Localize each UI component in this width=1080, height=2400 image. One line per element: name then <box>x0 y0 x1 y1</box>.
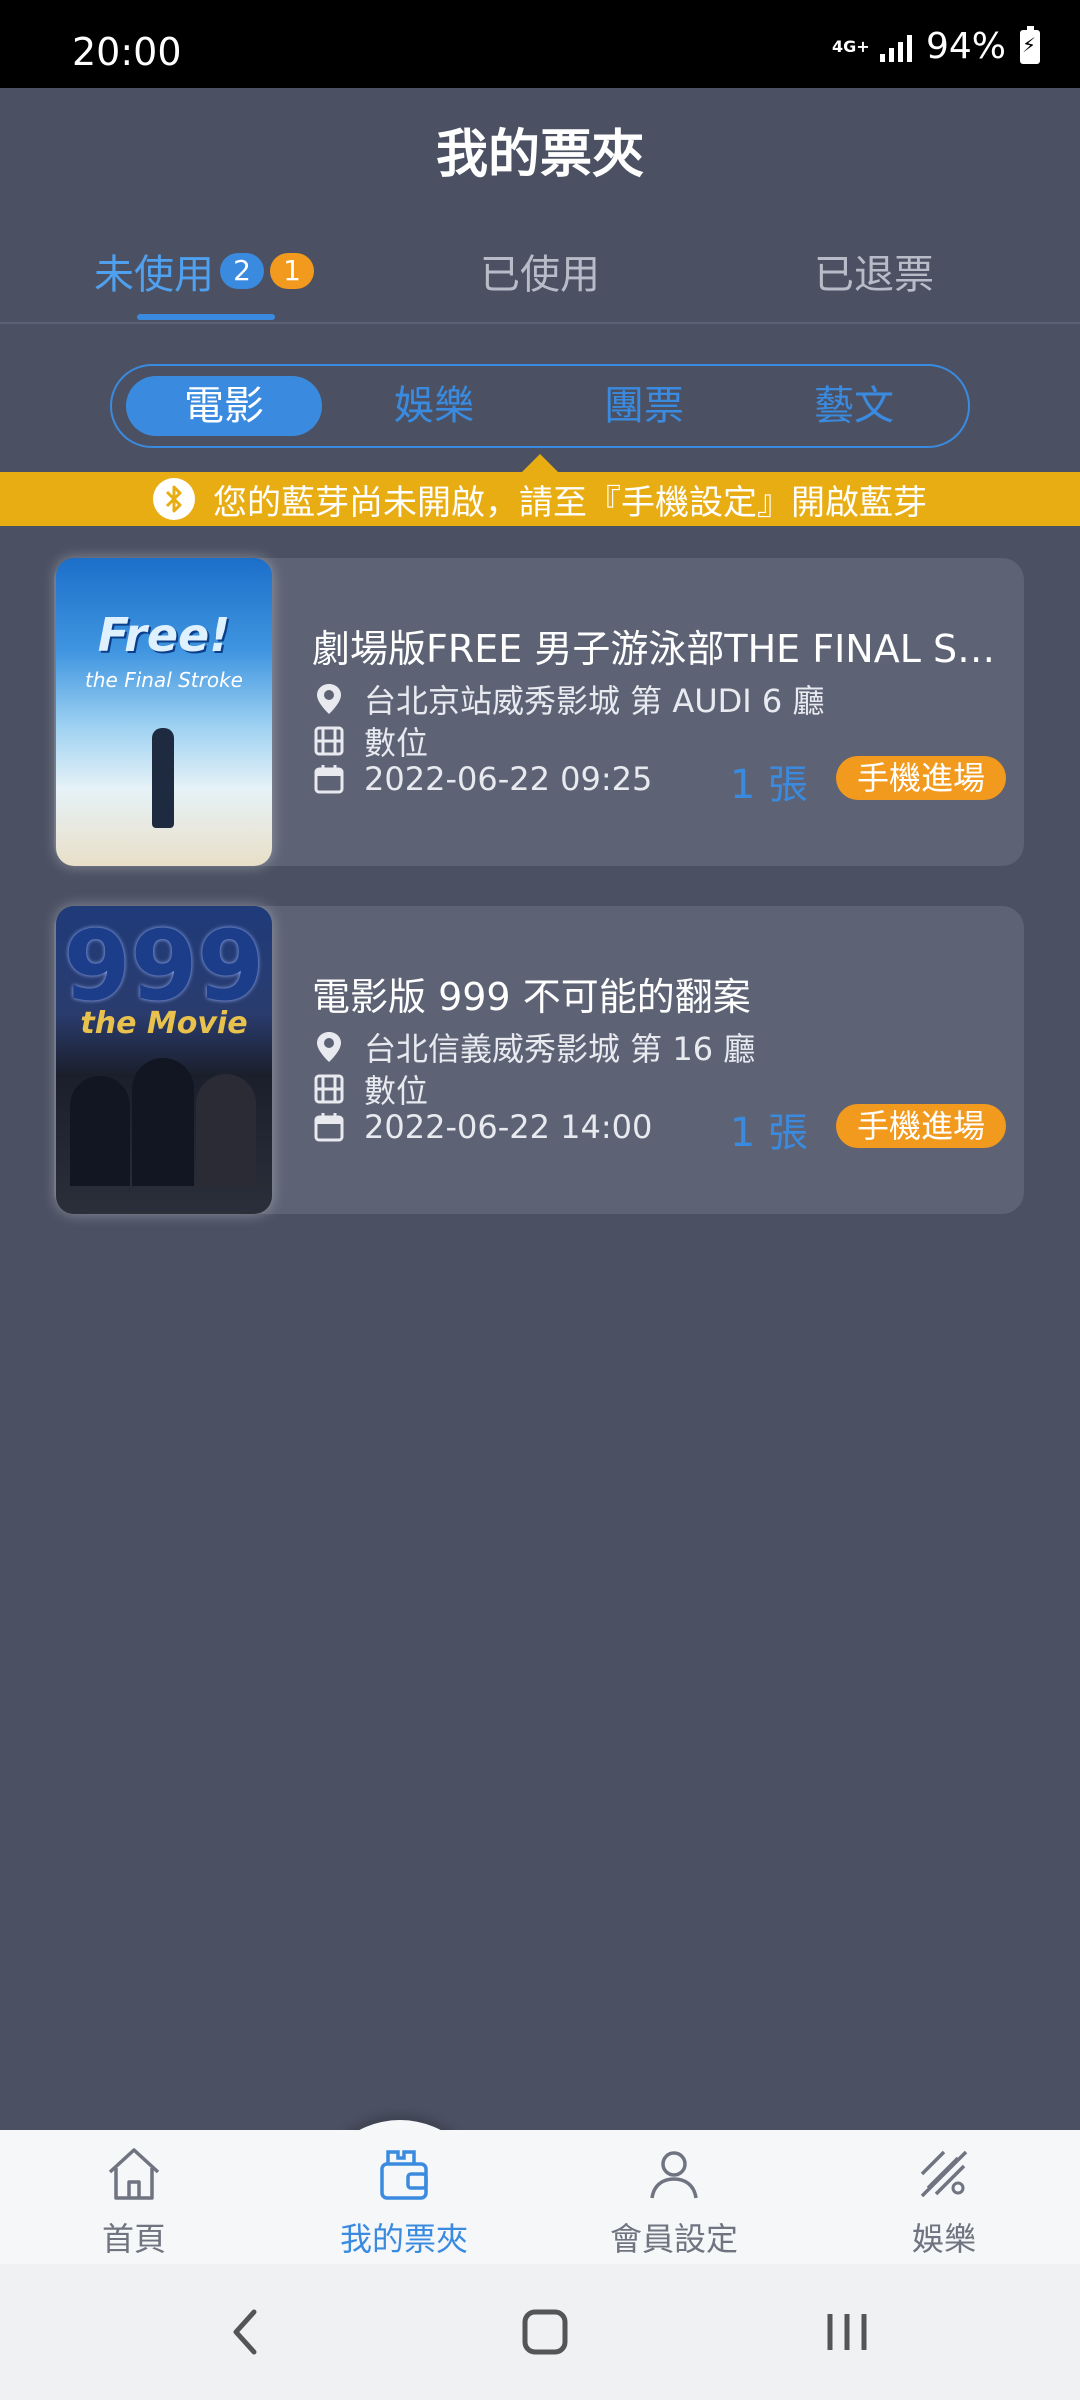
movie-poster: 999 the Movie <box>56 906 272 1214</box>
status-bar: 20:00 4G+ 94% <box>0 0 1080 88</box>
movie-title: 電影版 999 不可能的翻案 <box>312 975 751 1019</box>
notice-pointer <box>522 454 558 472</box>
user-icon <box>644 2144 704 2204</box>
datetime-row: 2022-06-22 09:25 <box>312 760 652 798</box>
segment-entertainment[interactable]: 娛樂 <box>336 376 532 436</box>
ticket-card[interactable]: Free! the Final Stroke 劇場版FREE 男子游泳部THE … <box>54 558 1024 866</box>
movie-title: 劇場版FREE 男子游泳部THE FINAL STROKE <box>312 627 1012 671</box>
segment-group-ticket[interactable]: 團票 <box>546 376 742 436</box>
ticket-count: 1 張 <box>729 1110 808 1156</box>
screening-format: 數位 <box>364 1072 429 1110</box>
location-row: 台北京站威秀影城 第 AUDI 6 廳 <box>312 676 824 722</box>
signal-icon <box>879 32 912 62</box>
film-icon <box>312 724 346 758</box>
wallet-icon <box>374 2144 434 2204</box>
battery-icon <box>1020 25 1040 64</box>
location-pin-icon <box>312 682 346 716</box>
tab-refunded[interactable]: 已退票 <box>814 242 934 300</box>
poster-cast <box>66 1056 262 1186</box>
bluetooth-notice-text: 您的藍芽尚未開啟，請至『手機設定』開啟藍芽 <box>213 482 927 523</box>
home-icon <box>104 2144 164 2204</box>
calendar-icon <box>312 762 346 796</box>
nav-entertainment[interactable]: 娛樂 <box>844 2144 1044 2260</box>
network-type: 4G+ <box>831 36 870 56</box>
format-row: 數位 <box>312 1066 428 1112</box>
poster-title: Free! <box>97 608 231 662</box>
movie-poster: Free! the Final Stroke <box>56 558 272 866</box>
nav-entertainment-label: 娛樂 <box>911 2220 976 2258</box>
unused-count-badge: 2 <box>220 253 264 289</box>
entertainment-icon <box>914 2144 974 2204</box>
location-pin-icon <box>312 1030 346 1064</box>
theater-location: 台北京站威秀影城 第 AUDI 6 廳 <box>364 682 825 720</box>
nav-member-settings[interactable]: 會員設定 <box>574 2144 774 2260</box>
ticket-count: 1 張 <box>729 762 808 808</box>
nav-home[interactable]: 首頁 <box>34 2144 234 2260</box>
tab-used[interactable]: 已使用 <box>480 242 600 300</box>
nav-member-settings-label: 會員設定 <box>609 2220 738 2258</box>
mobile-entry-button[interactable]: 手機進場 <box>836 1104 1006 1148</box>
status-indicators: 4G+ 94% <box>831 25 1040 67</box>
status-time: 20:00 <box>72 30 182 74</box>
theater-location: 台北信義威秀影城 第 16 廳 <box>364 1030 756 1068</box>
mobile-entry-button[interactable]: 手機進場 <box>836 756 1006 800</box>
format-row: 數位 <box>312 718 428 764</box>
nav-home-label: 首頁 <box>101 2220 166 2258</box>
ticket-card[interactable]: 999 the Movie 電影版 999 不可能的翻案 台北信義威秀影城 第 … <box>54 906 1024 1214</box>
home-button-icon[interactable] <box>520 2302 570 2366</box>
tab-unused[interactable]: 未使用 2 1 <box>94 242 314 300</box>
poster-subtitle: the Final Stroke <box>85 668 243 692</box>
poster-figure <box>152 728 174 828</box>
recent-apps-icon[interactable] <box>822 2302 872 2366</box>
segment-movie[interactable]: 電影 <box>126 376 322 436</box>
battery-percent: 94% <box>925 26 1006 67</box>
calendar-icon <box>312 1110 346 1144</box>
film-icon <box>312 1072 346 1106</box>
tab-unused-label: 未使用 <box>94 252 214 298</box>
location-row: 台北信義威秀影城 第 16 廳 <box>312 1024 755 1070</box>
system-navigation-bar <box>0 2264 1080 2400</box>
segment-arts[interactable]: 藝文 <box>756 376 952 436</box>
showtime: 2022-06-22 09:25 <box>364 760 653 798</box>
unused-alert-badge: 1 <box>270 253 314 289</box>
nav-my-tickets[interactable]: 我的票夾 <box>304 2144 504 2260</box>
tab-refunded-label: 已退票 <box>814 252 934 298</box>
nav-my-tickets-label: 我的票夾 <box>339 2220 468 2258</box>
bluetooth-icon <box>153 478 195 520</box>
screening-format: 數位 <box>364 724 429 762</box>
page-title: 我的票夾 <box>435 125 644 185</box>
bluetooth-notice[interactable]: 您的藍芽尚未開啟，請至『手機設定』開啟藍芽 <box>0 472 1080 526</box>
poster-subtitle: the Movie <box>80 1006 248 1041</box>
active-tab-indicator <box>137 314 275 320</box>
bottom-navigation: 首頁 我的票夾 會員設定 娛樂 <box>0 2130 1080 2264</box>
back-icon[interactable] <box>224 2302 264 2366</box>
category-segmented-control: 電影 娛樂 團票 藝文 <box>110 364 970 448</box>
datetime-row: 2022-06-22 14:00 <box>312 1108 652 1146</box>
ticket-status-tabs: 未使用 2 1 已使用 已退票 <box>0 228 1080 324</box>
tab-used-label: 已使用 <box>480 252 600 298</box>
showtime: 2022-06-22 14:00 <box>364 1108 653 1146</box>
